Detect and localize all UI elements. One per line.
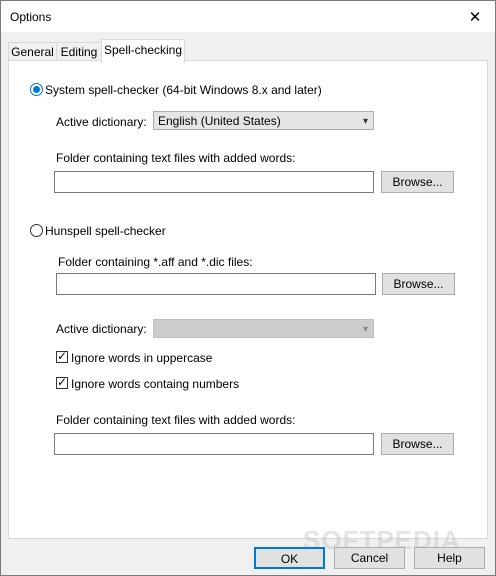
tab-editing[interactable]: Editing xyxy=(56,42,102,62)
active-dictionary-select[interactable]: English (United States) ▾ xyxy=(153,111,374,130)
options-dialog: Options ✕ General Editing Spell-checking… xyxy=(0,0,496,576)
title-bar: Options ✕ xyxy=(1,1,495,32)
active-dictionary-value: English (United States) xyxy=(158,114,281,128)
spell-checking-panel: System spell-checker (64-bit Windows 8.x… xyxy=(8,60,488,539)
hunspell-dictionary-select[interactable]: ▾ xyxy=(153,319,374,338)
ignore-numbers-checkbox[interactable] xyxy=(56,375,68,389)
dialog-title: Options xyxy=(10,10,52,24)
aff-dic-folder-label: Folder containing *.aff and *.dic files: xyxy=(58,255,253,269)
close-icon[interactable]: ✕ xyxy=(455,1,495,32)
folder-added-words-label: Folder containing text files with added … xyxy=(56,151,296,165)
system-checker-label[interactable]: System spell-checker (64-bit Windows 8.x… xyxy=(45,83,322,97)
ignore-numbers-label[interactable]: Ignore words containg numbers xyxy=(71,377,239,391)
browse-aff-dic-button[interactable]: Browse... xyxy=(382,273,455,295)
ignore-uppercase-checkbox[interactable] xyxy=(56,349,68,363)
hunspell-folder-added-words-input[interactable] xyxy=(54,433,374,455)
browse-added-words-button[interactable]: Browse... xyxy=(381,171,454,193)
help-button[interactable]: Help xyxy=(414,547,485,569)
browse-hunspell-added-words-button[interactable]: Browse... xyxy=(381,433,454,455)
cancel-button[interactable]: Cancel xyxy=(334,547,405,569)
active-dictionary-label: Active dictionary: xyxy=(56,115,147,129)
chevron-down-icon: ▾ xyxy=(362,116,368,127)
folder-added-words-input[interactable] xyxy=(54,171,374,193)
hunspell-dictionary-label: Active dictionary: xyxy=(56,322,147,336)
hunspell-checker-radio[interactable] xyxy=(30,224,43,237)
tab-general[interactable]: General xyxy=(8,42,57,62)
chevron-down-icon: ▾ xyxy=(362,324,368,335)
system-checker-radio[interactable] xyxy=(30,83,43,96)
hunspell-checker-label[interactable]: Hunspell spell-checker xyxy=(45,224,166,238)
aff-dic-folder-input[interactable] xyxy=(56,273,376,295)
tab-spell-checking[interactable]: Spell-checking xyxy=(101,39,185,63)
hunspell-folder-added-words-label: Folder containing text files with added … xyxy=(56,413,296,427)
ignore-uppercase-label[interactable]: Ignore words in uppercase xyxy=(71,351,212,365)
ok-button[interactable]: OK xyxy=(254,547,325,569)
